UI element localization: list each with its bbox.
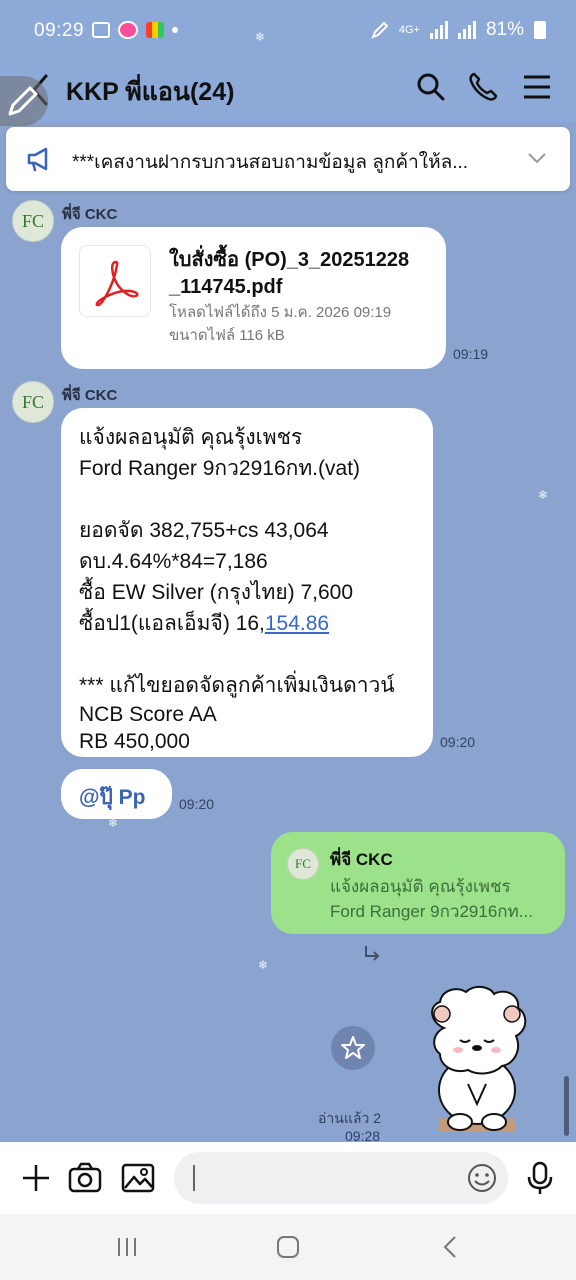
chevron-down-icon[interactable]	[526, 147, 548, 169]
text-caret	[193, 1165, 195, 1191]
status-bar: 09:29 4G+ 81%	[0, 0, 576, 60]
search-icon[interactable]	[414, 70, 448, 104]
message-line	[79, 639, 395, 670]
app-notification-icon-2	[146, 22, 164, 38]
message-line: *** แก้ไขยอดจัดลูกค้าเพิ่มเงินดาวน์	[79, 674, 395, 697]
avatar[interactable]: FC	[12, 381, 54, 423]
phone-icon[interactable]	[466, 70, 500, 104]
notification-icons	[92, 21, 178, 39]
snowflake-decoration: ❄	[258, 958, 269, 972]
pencil-edit-button[interactable]	[0, 76, 48, 126]
message-line: Ford Ranger 9กว2916กท.(vat)	[79, 457, 361, 480]
snowflake-decoration: ❄	[255, 30, 266, 44]
message-input-bar	[0, 1142, 576, 1214]
read-receipt: อ่านแล้ว 2	[318, 1110, 381, 1126]
file-message-bubble[interactable]: ใบสั่งซื้อ (PO)_3_20251228 _114745.pdf โ…	[61, 227, 446, 369]
message-text: แจ้งผลอนุมัติ คุณรุ้งเพชร Ford Ranger 9ก…	[79, 422, 395, 755]
file-meta: โหลดไฟล์ได้ถึง 5 ม.ค. 2026 09:19 ขนาดไฟล…	[169, 301, 433, 347]
pdf-icon	[95, 260, 139, 307]
message-input[interactable]	[174, 1152, 508, 1204]
message-time: 09:20	[179, 796, 215, 812]
plus-icon[interactable]	[18, 1160, 54, 1196]
bear-sticker[interactable]	[424, 984, 530, 1140]
app-notification-icon	[118, 21, 138, 39]
microphone-icon[interactable]	[522, 1160, 558, 1196]
pen-icon	[371, 21, 389, 39]
file-name-line-1: ใบสั่งซื้อ (PO)_3_20251228	[169, 249, 410, 271]
my-reply-bubble[interactable]: FC พี่จี CKC แจ้งผลอนุมัติ คุณรุ้งเพชร F…	[271, 832, 565, 934]
pdf-file-thumbnail	[79, 245, 151, 317]
message-line: ยอดจัด 382,755+cs 43,064	[79, 519, 329, 542]
signal-icon	[429, 21, 448, 39]
file-expiry: โหลดไฟล์ได้ถึง 5 ม.ค. 2026 09:19	[169, 304, 392, 321]
system-navigation-bar	[0, 1214, 576, 1280]
message-line: ซื้อป1(แอลเอ็มจี) 16,154.86	[79, 608, 395, 639]
status-time: 09:29	[34, 20, 85, 41]
message-line: RB 450,000	[79, 730, 190, 753]
message-line: NCB Score AA	[79, 703, 217, 726]
text-message-bubble[interactable]: แจ้งผลอนุมัติ คุณรุ้งเพชร Ford Ranger 9ก…	[61, 408, 433, 757]
forward-icon[interactable]	[362, 944, 382, 964]
recent-apps-icon[interactable]	[112, 1232, 142, 1262]
message-line-text: ซื้อป1(แอลเอ็มจี) 16,	[79, 612, 265, 635]
network-type: 4G+	[398, 24, 420, 36]
file-size: ขนาดไฟล์ 116 kB	[169, 327, 285, 344]
gallery-notification-icon	[92, 22, 110, 38]
sender-name: พี่จี CKC	[62, 206, 118, 223]
message-line: ดบ.4.64%*84=7,186	[79, 550, 268, 573]
back-nav-icon[interactable]	[436, 1232, 466, 1262]
pencil-icon	[8, 86, 38, 116]
chat-header: KKP พี่แอน(24)	[0, 60, 576, 122]
keep-star-button[interactable]	[331, 1026, 375, 1070]
mention-message-bubble[interactable]: @ปุ๊ Pp	[61, 769, 172, 819]
avatar[interactable]: FC	[12, 200, 54, 242]
emoji-icon[interactable]	[464, 1160, 500, 1196]
message-time: 09:19	[453, 346, 489, 362]
quoted-line: แจ้งผลอนุมัติ คุณรุ้งเพชร	[330, 877, 511, 896]
announcement-bar[interactable]: ***เคสงานฝากรบกวนสอบถามข้อมูล ลูกค้าให้ล…	[6, 127, 570, 191]
message-line: แจ้งผลอนุมัติ คุณรุ้งเพชร	[79, 426, 303, 449]
home-icon[interactable]	[273, 1232, 303, 1262]
scrollbar[interactable]	[564, 1076, 569, 1136]
signal-icon-2	[457, 21, 476, 39]
quoted-sender: พี่จี CKC	[330, 850, 393, 869]
chat-title[interactable]: KKP พี่แอน(24)	[66, 72, 234, 112]
snowflake-decoration: ❄	[538, 488, 549, 502]
battery-icon	[534, 21, 546, 39]
sender-name: พี่จี CKC	[62, 387, 118, 404]
menu-icon[interactable]	[520, 70, 554, 104]
file-name: ใบสั่งซื้อ (PO)_3_20251228 _114745.pdf	[169, 247, 433, 301]
message-line	[79, 484, 395, 515]
more-notifications-icon	[172, 27, 178, 33]
message-line: ซื้อ EW Silver (กรุงไทย) 7,600	[79, 581, 354, 604]
quoted-avatar: FC	[287, 848, 319, 880]
battery-percent: 81%	[485, 19, 524, 40]
image-icon[interactable]	[120, 1160, 156, 1196]
file-name-line-2: _114745.pdf	[169, 276, 283, 298]
mention-link[interactable]: @ปุ๊ Pp	[79, 781, 145, 814]
quoted-line: Ford Ranger 9กว2916กท...	[330, 902, 533, 921]
phone-number-link[interactable]: 154.86	[265, 612, 329, 635]
star-icon	[341, 1036, 365, 1059]
megaphone-icon	[27, 147, 48, 172]
message-time: 09:20	[440, 734, 476, 750]
system-icons: 4G+ 81%	[371, 19, 546, 41]
camera-icon[interactable]	[67, 1160, 103, 1196]
announcement-text: ***เคสงานฝากรบกวนสอบถามข้อมูล ลูกค้าให้ล…	[72, 152, 469, 173]
